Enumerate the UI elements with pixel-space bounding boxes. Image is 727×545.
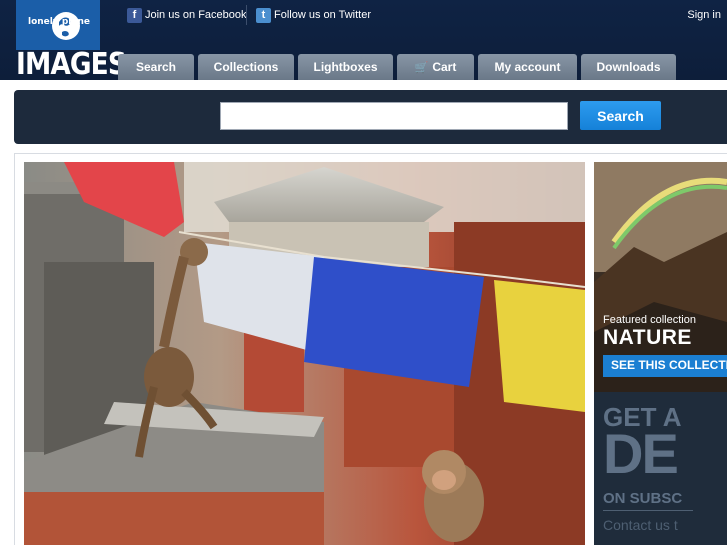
tab-my-account[interactable]: My account — [478, 54, 577, 80]
facebook-icon: f — [127, 7, 142, 23]
cart-icon: 🛒 — [414, 61, 429, 74]
see-collection-button[interactable]: SEE THIS COLLECTION — [603, 355, 727, 377]
tab-label: Lightboxes — [313, 60, 378, 74]
lonely-planet-logo[interactable]: lonely planet — [16, 0, 100, 50]
tab-label: Downloads — [596, 60, 661, 74]
logo-images-wordmark[interactable]: IMAGES — [16, 50, 127, 80]
promo-divider — [603, 510, 693, 511]
tab-label: My account — [494, 60, 561, 74]
tab-label: Cart — [432, 60, 457, 74]
main-nav-tabs: Search Collections Lightboxes 🛒 Cart My … — [118, 54, 680, 80]
tab-search[interactable]: Search — [118, 54, 194, 80]
twitter-icon: t — [256, 7, 271, 23]
promo-contact-link[interactable]: Contact us t — [603, 517, 678, 533]
social-divider — [246, 5, 247, 25]
tab-label: Collections — [213, 60, 279, 74]
hero-image[interactable] — [24, 162, 585, 545]
featured-collection-label: Featured collection — [603, 314, 696, 326]
twitter-link[interactable]: t Follow us on Twitter — [256, 6, 371, 24]
site-header: lonely planet IMAGES f Join us on Facebo… — [0, 0, 727, 80]
tab-lightboxes[interactable]: Lightboxes — [298, 54, 393, 80]
search-bar: Search — [14, 90, 727, 144]
featured-collection-title: NATURE — [603, 326, 692, 349]
tab-label: Search — [135, 60, 177, 74]
tab-cart[interactable]: 🛒 Cart — [397, 54, 474, 80]
hero-photo-monkeys-prayer-flags — [24, 162, 585, 545]
featured-collection-panel: Featured collection NATURE SEE THIS COLL… — [594, 162, 727, 545]
search-button[interactable]: Search — [580, 101, 661, 130]
tab-downloads[interactable]: Downloads — [581, 54, 676, 80]
facebook-link-label: Join us on Facebook — [145, 9, 247, 21]
signin-link[interactable]: Sign in — [687, 9, 721, 21]
promo-subtext: ON SUBSC — [603, 490, 683, 507]
facebook-link[interactable]: f Join us on Facebook — [127, 6, 247, 24]
twitter-link-label: Follow us on Twitter — [274, 9, 372, 21]
logo-wordmark: lonely planet — [28, 17, 90, 27]
tab-collections[interactable]: Collections — [198, 54, 294, 80]
globe-logo-icon: lonely planet — [28, 12, 90, 40]
search-input[interactable] — [220, 102, 568, 130]
promo-big-text: DE — [603, 422, 679, 485]
